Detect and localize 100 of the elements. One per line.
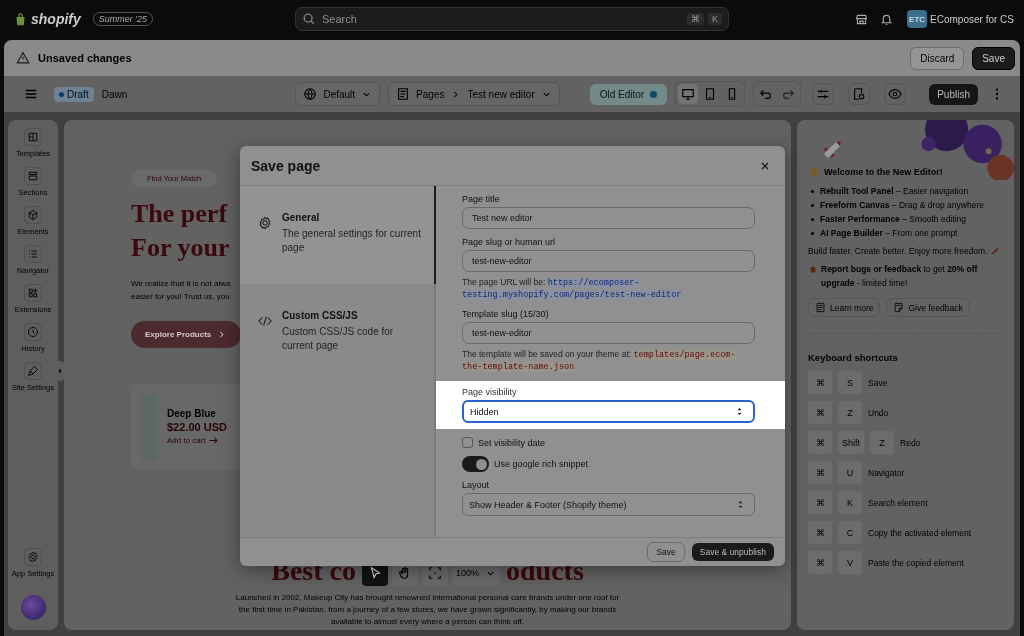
shortcut-label: Search element [868,497,928,508]
key-cap: ⌘ [808,491,832,514]
bullet-dot [811,190,814,193]
unsaved-message: Unsaved changes [38,52,132,64]
explore-button[interactable]: Explore Products [131,321,242,348]
layout-icon [24,128,42,146]
desktop-view-button[interactable] [678,84,699,104]
text-field[interactable]: test-new-editor [462,322,755,344]
feedback-button[interactable]: Give feedback [886,298,970,317]
cube-icon [24,206,42,224]
publish-button[interactable]: Publish [929,83,978,105]
feature-item: Rebuilt Tool Panel – Easier navigation [820,185,969,198]
bell-icon[interactable] [880,12,894,26]
redo-icon[interactable] [781,87,796,101]
focus-icon [428,566,442,580]
globe-icon [303,87,318,101]
settings-tab[interactable]: General The general settings for current page [240,186,436,284]
gear-icon [258,216,272,230]
settings-tab[interactable]: Custom CSS/JS Custom CSS/JS code for current page [240,284,436,382]
key-cap: K [838,491,862,514]
key-cap: Z [838,401,862,424]
bullet-dot [811,204,814,207]
desktop-icon [681,87,696,101]
shopping-bag-icon [14,11,27,27]
field-label: Layout [462,480,491,490]
list-icon [24,245,42,263]
key-cap: ⌘ [808,461,832,484]
page-icon [396,87,411,101]
select-field[interactable]: Hidden [462,400,755,423]
old-editor-toggle[interactable]: Old Editor [589,83,668,105]
checkbox-label: Set visibility date [478,437,546,448]
feature-item: AI Page Builder – From one prompt [820,227,958,240]
search-page-icon[interactable] [848,83,871,105]
code-icon [258,314,272,328]
field-hint: The page URL will be: https://ecomposer-testing.myshopify.com/pages/test-new-editor [462,277,683,301]
store-logo[interactable]: shopify [31,11,81,27]
note-icon [893,302,905,313]
eye-icon[interactable] [884,83,907,105]
undo-icon[interactable] [759,87,774,101]
bullet-dot [811,218,814,221]
shortcut-label: Copy the activated element [868,527,971,538]
breadcrumb-current[interactable]: Test new editor [467,88,535,100]
field-label: Template slug (15/30) [462,309,550,319]
menu-icon[interactable] [24,87,38,101]
product-name: Deep Blue [167,408,217,419]
save-and-unpublish-button[interactable]: Save & unpublish [691,543,774,561]
discard-button[interactable]: Discard [910,46,965,70]
text-field[interactable]: test-new-editor [462,250,755,272]
save-button[interactable]: Save [972,46,1015,70]
search-input[interactable]: Search [320,12,683,26]
save-button[interactable]: Save [647,542,685,562]
key-cap: ⌘ [808,371,832,394]
feature-item: Freeform Canvas – Drag & drop anywhere [820,199,984,212]
apps-icon [24,284,42,302]
breadcrumb-link[interactable]: Pages [416,88,445,100]
field-hint: The template will be saved on your theme at: templates/page.ecom-the-template-name.json [462,349,737,373]
shortcut-label: Navigator [868,467,905,478]
section-heading: oducts [506,556,584,586]
key-cap: Z [870,431,894,454]
dialog-title: Save page [251,157,321,174]
toggle-label: Use google rich snippet [494,459,589,469]
text-field[interactable]: Test new editor [462,207,755,229]
warning-icon [16,51,30,65]
add-to-cart-link[interactable]: Add to cart [167,435,227,446]
shortcut-key: ⌘ [687,13,704,25]
theme-name: Dawn [101,88,128,100]
field-label: Page visibility [462,387,518,397]
field-label: Page title [462,194,501,204]
tagline: Build faster. Create better. Enjoy more freedom. [808,246,988,256]
checkbox[interactable] [462,437,473,448]
clock-icon [24,323,42,341]
collapse-handle[interactable] [55,361,65,381]
store-icon[interactable] [855,12,869,26]
key-cap: V [838,551,862,574]
search-field[interactable]: Search ⌘ K [295,7,729,31]
sliders-icon[interactable] [812,83,835,105]
gear-icon [24,548,42,566]
key-cap: Shift [838,431,864,454]
toggle-switch[interactable] [462,456,489,472]
learn-more-button[interactable]: Learn more [808,298,881,317]
pointer-icon [368,566,382,580]
key-cap: ⌘ [808,401,832,424]
welcome-title: Welcome to the New Editor! [824,167,943,177]
waving-hand-icon [808,166,820,178]
brush-icon [24,362,42,380]
shortcut-key: K [708,13,722,25]
bullet-dot [811,232,814,235]
feature-item: Faster Performance – Smooth editing [820,213,966,226]
document-icon [815,302,826,313]
key-cap: C [838,521,862,544]
shortcut-label: Redo [900,437,921,448]
select-field[interactable]: Show Header & Footer (Shopify theme) [462,493,755,516]
avatar[interactable] [20,595,46,620]
shortcut-label: Undo [868,407,889,418]
hero-text: We realize that it is not alwa easier for you! Trust us, you [131,278,231,303]
template-dropdown[interactable]: Default [295,82,381,106]
store-avatar[interactable]: ETC [907,10,928,28]
store-name[interactable]: EComposer for CS [930,13,1014,25]
hero-heading: The perf For your [131,198,230,264]
product-price: $22.00 USD [167,421,227,433]
